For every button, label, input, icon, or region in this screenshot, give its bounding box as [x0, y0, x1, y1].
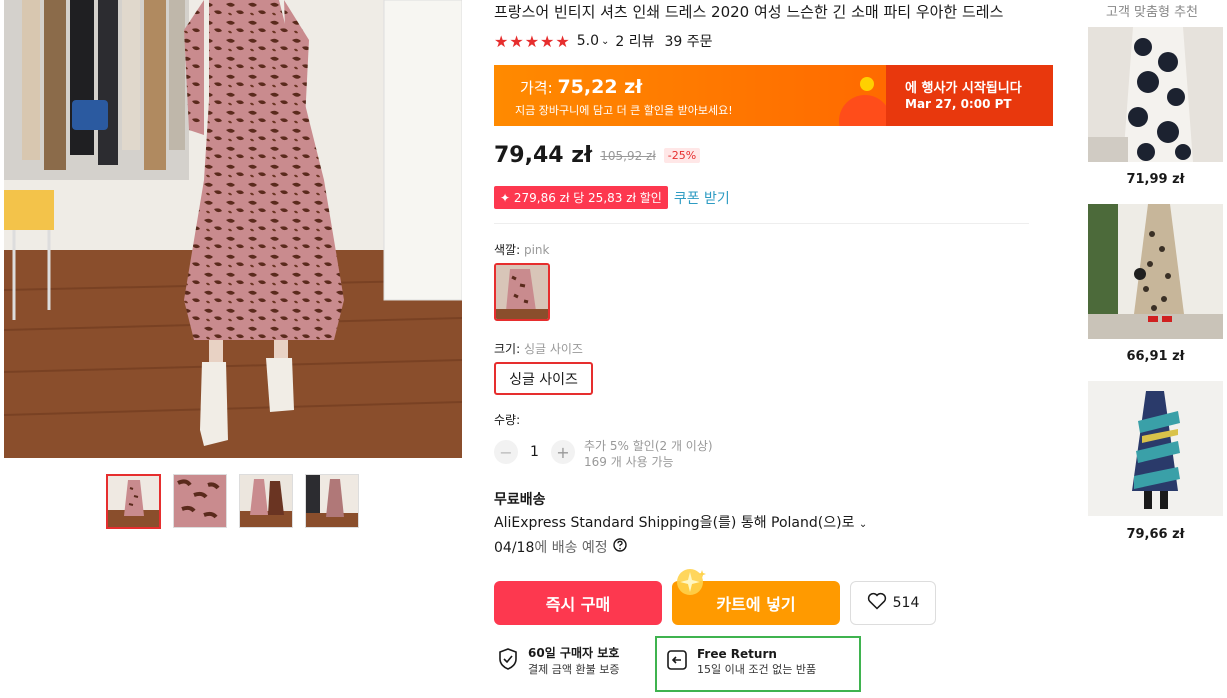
quantity-value[interactable]: 1	[530, 444, 539, 460]
size-value: 싱글 사이즈	[523, 342, 583, 356]
event-countdown: 에 행사가 시작됩니다 Mar 27, 0:00 PT	[886, 65, 1053, 126]
delivery-estimate: 04/18에 배송 예정	[494, 537, 627, 557]
size-label-text: 크기:	[494, 342, 521, 356]
main-product-image[interactable]	[4, 0, 462, 458]
color-label: 색깔: pink	[494, 241, 549, 258]
shield-check-icon	[497, 647, 519, 675]
delivery-date: 04/18	[494, 540, 535, 556]
color-label-text: 색깔:	[494, 243, 521, 257]
quantity-available: 169 개 사용 가능	[584, 455, 674, 469]
return-icon	[666, 649, 688, 675]
recommendation-price-2: 66,91 zł	[1126, 349, 1185, 364]
help-icon[interactable]	[612, 538, 627, 556]
coupon-badge: ✦ 279,86 zł 당 25,83 zł 할인	[494, 186, 668, 209]
thumbnail-3[interactable]	[239, 474, 293, 528]
shipping-method-text[interactable]: AliExpress Standard Shipping을(를) 통해 Pola…	[494, 515, 854, 531]
reviews-count[interactable]: 2 리뷰	[615, 31, 654, 51]
recommendation-image-2[interactable]	[1088, 204, 1223, 339]
product-title: 프랑스어 빈티지 셔츠 인쇄 드레스 2020 여성 느슨한 긴 소매 파티 우…	[494, 3, 1004, 21]
orders-count: 39 주문	[664, 34, 713, 50]
recommendation-price-3: 79,66 zł	[1126, 527, 1185, 542]
thumbnail-4[interactable]	[305, 474, 359, 528]
get-coupon-link[interactable]: 쿠폰 받기	[674, 188, 730, 208]
rating-value[interactable]: 5.0	[577, 33, 599, 49]
protection-title: 60일 구매자 보호	[528, 646, 620, 660]
divider	[494, 223, 1029, 224]
price-banner: 가격: 75,22 zł 지금 장바구니에 담고 더 큰 할인을 받아보세요! …	[494, 65, 1053, 126]
banner-subtext: 지금 장바구니에 담고 더 큰 할인을 받아보세요!	[515, 104, 733, 117]
chevron-down-icon[interactable]: ⌄	[601, 36, 609, 47]
free-return-subtitle: 15일 이내 조건 없는 반품	[697, 663, 817, 676]
buy-now-button[interactable]: 즉시 구매	[494, 581, 662, 625]
shipping-method[interactable]: AliExpress Standard Shipping을(를) 통해 Pola…	[494, 512, 867, 532]
delivery-date-suffix: 에 배송 예정	[534, 540, 608, 556]
chevron-down-icon[interactable]: ⌄	[859, 519, 867, 530]
banner-price: 가격: 75,22 zł	[520, 76, 642, 98]
recommendation-image-3[interactable]	[1088, 381, 1223, 516]
wishlist-button[interactable]: 514	[850, 581, 936, 625]
size-option-single[interactable]: 싱글 사이즈	[494, 362, 593, 395]
recommendation-price-1: 71,99 zł	[1126, 172, 1185, 187]
rating-stars-icon: ★★★★★	[494, 31, 571, 51]
free-return[interactable]: Free Return 15일 이내 조건 없는 반품	[655, 636, 861, 692]
thumbnail-2[interactable]	[173, 474, 227, 528]
quantity-label: 수량:	[494, 413, 521, 427]
recommendation-image-1[interactable]	[1088, 27, 1223, 162]
event-title: 에 행사가 시작됩니다	[905, 81, 1022, 96]
buyer-protection[interactable]: 60일 구매자 보호 결제 금액 환불 보증	[497, 644, 619, 677]
original-price: 105,92 zł	[600, 148, 656, 163]
free-return-title: Free Return	[697, 647, 777, 661]
recommendations-title: 고객 맞춤형 추천	[1106, 5, 1198, 20]
color-value: pink	[523, 243, 550, 257]
discount-badge: -25%	[663, 148, 701, 163]
quantity-decrease-button[interactable]: −	[494, 440, 518, 464]
banner-price-value: 75,22 zł	[557, 76, 643, 98]
thumbnail-1[interactable]	[106, 474, 161, 529]
price-row: 79,44 zł 105,92 zł -25%	[494, 143, 701, 168]
color-swatch-pink[interactable]	[494, 263, 550, 321]
banner-price-label: 가격:	[520, 79, 553, 97]
protection-subtitle: 결제 금액 환불 보증	[528, 663, 620, 676]
current-price: 79,44 zł	[494, 143, 593, 168]
sparkle-icon	[674, 566, 706, 598]
rating-row: ★★★★★ 5.0 ⌄ 2 리뷰 39 주문	[494, 31, 713, 51]
size-label: 크기: 싱글 사이즈	[494, 340, 583, 357]
quantity-discount-note: 추가 5% 할인(2 개 이상)	[584, 439, 713, 453]
wishlist-count: 514	[892, 595, 920, 611]
coupon-row: ✦ 279,86 zł 당 25,83 zł 할인 쿠폰 받기	[494, 186, 730, 209]
shipping-title: 무료배송	[494, 492, 546, 508]
quantity-increase-button[interactable]: +	[551, 440, 575, 464]
heart-icon	[867, 592, 887, 614]
event-time: Mar 27, 0:00 PT	[905, 97, 1012, 111]
